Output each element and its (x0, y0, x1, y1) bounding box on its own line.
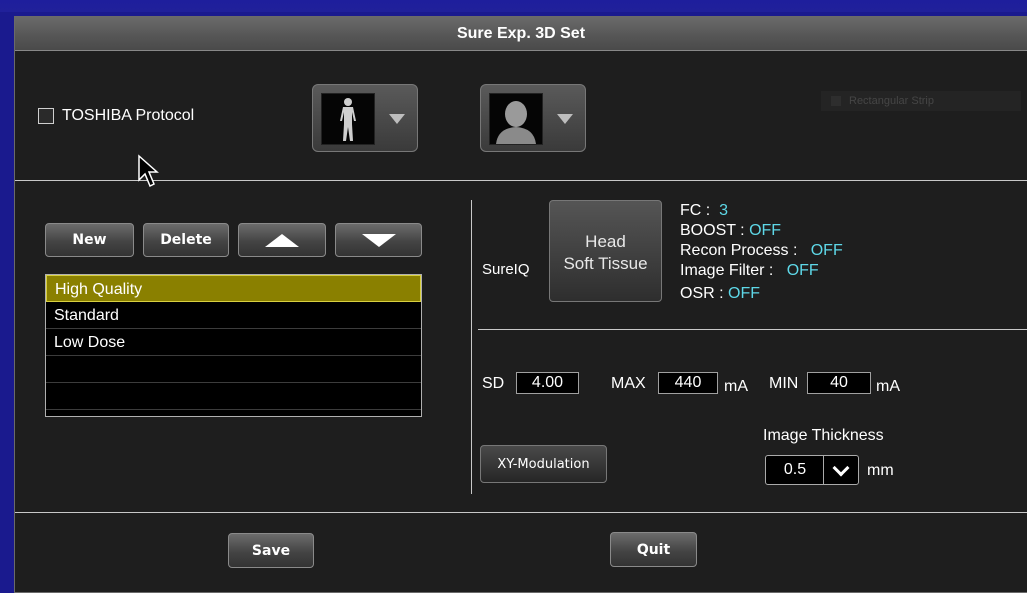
sureiq-button-line2: Soft Tissue (563, 254, 648, 273)
delete-button[interactable]: Delete (143, 223, 229, 257)
list-item[interactable]: Low Dose (46, 329, 421, 356)
head-region-dropdown[interactable] (480, 84, 586, 152)
divider-vertical (471, 200, 472, 494)
image-thickness-unit: mm (867, 462, 894, 479)
list-item[interactable]: High Quality (46, 275, 421, 302)
recon-value: OFF (810, 242, 843, 259)
sureiq-label: SureIQ (482, 261, 530, 278)
sd-input[interactable]: 4.00 (516, 372, 579, 394)
fc-label: FC : (680, 202, 711, 219)
chevron-down-icon (557, 114, 573, 124)
recon-row: Recon Process : OFF (680, 242, 843, 260)
max-input[interactable]: 440 (658, 372, 718, 394)
divider (15, 180, 1027, 181)
fc-value: 3 (719, 202, 729, 219)
head-silhouette-icon (489, 93, 543, 145)
scan-type-hint: Rectangular Strip (821, 91, 1021, 111)
sd-label: SD (482, 375, 505, 392)
boost-label: BOOST : (680, 222, 745, 239)
quit-button[interactable]: Quit (610, 532, 697, 567)
scan-type-hint-label: Rectangular Strip (849, 95, 934, 107)
dialog-title: Sure Exp. 3D Set (15, 17, 1027, 51)
divider (478, 329, 1027, 330)
new-button[interactable]: New (45, 223, 134, 257)
list-item[interactable] (46, 383, 421, 410)
up-triangle-icon (265, 233, 299, 247)
toshiba-protocol-checkbox[interactable] (38, 108, 54, 124)
min-input[interactable]: 40 (807, 372, 871, 394)
mouse-cursor-icon (137, 154, 163, 195)
sureiq-button-line1: Head (585, 232, 626, 251)
toshiba-protocol-option[interactable]: TOSHIBA Protocol (38, 107, 194, 125)
sure-exp-dialog: Sure Exp. 3D Set TOSHIBA Protocol Rectan… (14, 16, 1027, 593)
fc-row: FC : 3 (680, 202, 728, 220)
move-down-button[interactable] (335, 223, 422, 257)
sureiq-preset-button[interactable]: Head Soft Tissue (549, 200, 662, 302)
divider (15, 512, 1027, 513)
full-body-figure-icon (321, 93, 375, 145)
osr-row: OSR : OFF (680, 285, 760, 303)
image-thickness-value: 0.5 (783, 461, 807, 478)
square-icon (831, 96, 841, 107)
min-label: MIN (769, 375, 799, 392)
recon-label: Recon Process : (680, 242, 798, 259)
move-up-button[interactable] (238, 223, 326, 257)
list-item[interactable]: Standard (46, 302, 421, 329)
boost-value: OFF (749, 222, 782, 239)
osr-value: OFF (728, 285, 761, 302)
xy-modulation-button[interactable]: XY-Modulation (480, 445, 607, 483)
chevron-down-icon[interactable] (823, 456, 858, 484)
body-region-dropdown[interactable] (312, 84, 418, 152)
filter-label: Image Filter : (680, 262, 774, 279)
preset-list[interactable]: High Quality Standard Low Dose (45, 274, 422, 417)
image-thickness-select[interactable]: 0.5 (765, 455, 859, 485)
save-button[interactable]: Save (228, 533, 314, 568)
min-unit: mA (876, 378, 900, 395)
boost-row: BOOST : OFF (680, 222, 781, 240)
max-label: MAX (611, 375, 646, 392)
list-item[interactable] (46, 356, 421, 383)
down-triangle-icon (361, 233, 396, 247)
chevron-down-icon (389, 114, 405, 124)
image-thickness-label: Image Thickness (763, 427, 884, 444)
filter-row: Image Filter : OFF (680, 262, 819, 280)
filter-value: OFF (786, 262, 819, 279)
desktop-background (0, 0, 1027, 12)
osr-label: OSR : (680, 285, 724, 302)
toshiba-protocol-label: TOSHIBA Protocol (62, 107, 195, 124)
max-unit: mA (724, 378, 748, 395)
